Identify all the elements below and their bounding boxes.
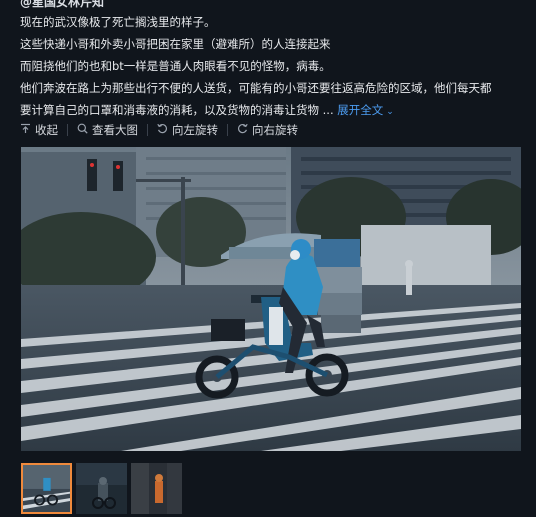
arrow-up-icon <box>20 123 31 137</box>
chevron-down-icon: ⌄ <box>386 107 394 117</box>
post-line: 这些快递小哥和外卖小哥把困在家里（避难所）的人连接起来 <box>20 37 331 51</box>
post-line: 而阻挠他们的也和bt一样是普通人肉眼看不见的怪物，病毒。 <box>20 59 331 73</box>
post-line: 现在的武汉像极了死亡搁浅里的样子。 <box>20 15 216 29</box>
thumbnail-3[interactable] <box>131 463 182 514</box>
rotate-left-label[interactable]: 向左旋转 <box>172 122 218 138</box>
view-large-label[interactable]: 查看大图 <box>92 122 138 138</box>
thumbnail-image <box>76 463 127 514</box>
toolbar-divider <box>67 124 68 136</box>
thumbnail-1[interactable] <box>21 463 72 514</box>
expand-label[interactable]: 展开全文 <box>337 103 383 117</box>
thumbnail-strip <box>21 463 182 514</box>
thumbnail-image <box>131 463 182 514</box>
rotate-right-button[interactable]: 向右旋转 <box>237 122 298 138</box>
thumbnail-2[interactable] <box>76 463 127 514</box>
post-line: 他们奔波在路上为那些出行不便的人送货，可能有的小哥还要往返高危险的区域，他们每天… <box>20 81 492 95</box>
post-photo[interactable] <box>21 147 521 451</box>
rotate-left-button[interactable]: 向左旋转 <box>157 122 218 138</box>
image-toolbar: 收起 查看大图 向左旋转 向右旋转 <box>20 121 298 139</box>
rotate-right-icon <box>237 123 248 137</box>
post-text: 现在的武汉像极了死亡搁浅里的样子。 这些快递小哥和外卖小哥把困在家里（避难所）的… <box>20 11 526 123</box>
toolbar-divider <box>147 124 148 136</box>
view-large-button[interactable]: 查看大图 <box>77 122 138 138</box>
toolbar-divider <box>227 124 228 136</box>
zoom-icon <box>77 123 88 137</box>
post-author[interactable]: @星国女林芹知 <box>20 0 104 10</box>
post-line: 要计算自己的口罩和消毒液的消耗，以及货物的消毒让货物 ... <box>20 103 334 117</box>
collapse-label[interactable]: 收起 <box>35 122 58 138</box>
expand-full-text-link[interactable]: 展开全文 ⌄ <box>337 103 394 117</box>
post-line-last: 要计算自己的口罩和消毒液的消耗，以及货物的消毒让货物 ... 展开全文 ⌄ <box>20 99 526 123</box>
collapse-button[interactable]: 收起 <box>20 122 58 138</box>
rotate-left-icon <box>157 123 168 137</box>
rotate-right-label[interactable]: 向右旋转 <box>252 122 298 138</box>
thumbnail-image <box>23 465 70 512</box>
delivery-rider-photo <box>21 147 521 451</box>
